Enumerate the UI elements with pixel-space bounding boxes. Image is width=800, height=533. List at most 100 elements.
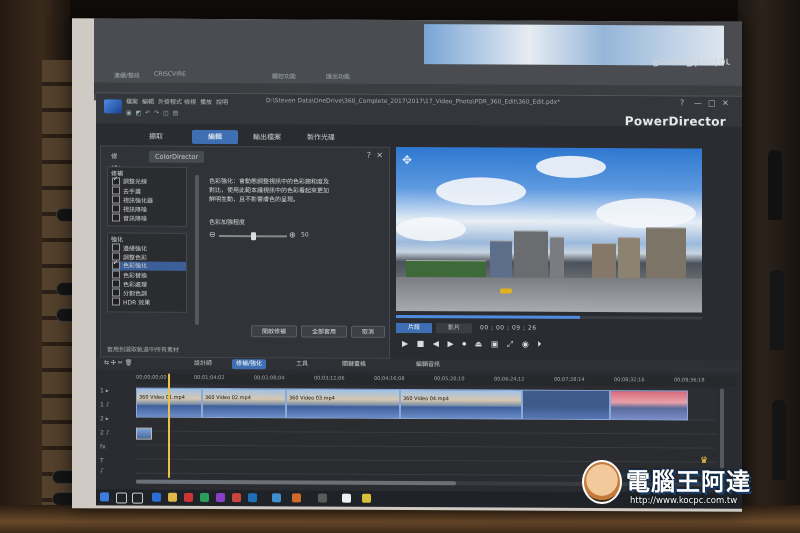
folder-icon[interactable]: [168, 492, 177, 502]
checkbox-icon[interactable]: [112, 279, 120, 288]
checkbox-icon[interactable]: [112, 261, 120, 270]
menu-edit[interactable]: 編輯: [142, 97, 154, 106]
checkbox-hdr[interactable]: HDR 效果: [112, 297, 186, 307]
timeline-icons[interactable]: ⇆ ✣ ✂ 🗑: [100, 358, 136, 368]
close-icon[interactable]: ✕: [376, 151, 383, 160]
minimize-icon[interactable]: —: [694, 99, 702, 108]
checkbox-icon[interactable]: [112, 186, 120, 195]
powerdirector-icon[interactable]: [272, 493, 281, 503]
app-icon[interactable]: [200, 492, 209, 502]
tab-edit[interactable]: 編輯: [192, 129, 238, 145]
app-icon[interactable]: [184, 492, 193, 502]
app-icon[interactable]: [342, 493, 351, 503]
tools-button[interactable]: 工具: [292, 359, 312, 369]
menu-help[interactable]: 說明: [216, 97, 228, 106]
edit-audio-button[interactable]: 編輯音訊: [412, 360, 444, 370]
plus-icon[interactable]: ⊕: [289, 230, 296, 239]
checkbox-icon[interactable]: [112, 270, 120, 279]
checkbox-stabilizer[interactable]: 去手震: [112, 186, 186, 196]
timeline-ruler[interactable]: 00;00;00;00 00;01;04;02 00;02;08;04 00;0…: [136, 373, 736, 387]
app-icon[interactable]: [362, 493, 371, 503]
menu-view[interactable]: 檢視: [184, 97, 196, 106]
menu-file[interactable]: 檔案: [126, 97, 138, 106]
checkbox-icon[interactable]: [112, 195, 120, 204]
track-header[interactable]: fx: [100, 443, 132, 455]
track-header[interactable]: 2 ♪: [100, 429, 132, 441]
timeline-clip[interactable]: [522, 389, 610, 421]
slider-thumb[interactable]: [251, 232, 256, 241]
checkbox-color-replace[interactable]: 色彩替換: [112, 270, 186, 280]
checkbox-lighting[interactable]: 調整光線: [112, 177, 186, 186]
tab-fix-enhance[interactable]: 修補/強化: [105, 150, 126, 196]
start-icon[interactable]: [100, 492, 109, 502]
checkbox-video-enhance[interactable]: 視訊強化器: [112, 195, 186, 205]
track-header[interactable]: ♪: [100, 467, 132, 479]
clip-mode-button[interactable]: 片段: [396, 322, 432, 334]
building: [592, 242, 616, 279]
app-icon[interactable]: [248, 493, 257, 503]
tab-capture[interactable]: 擷取: [136, 130, 176, 144]
app-logo-icon: [104, 99, 122, 114]
360-view-icon[interactable]: ✥: [402, 153, 412, 167]
checkbox-icon[interactable]: [112, 213, 120, 222]
apply-all-button[interactable]: 全部套用: [301, 325, 347, 338]
track-header[interactable]: 2 ▸: [100, 415, 132, 427]
close-icon[interactable]: ✕: [722, 99, 729, 108]
ghost-window: PowerDirector 連續/整段 CRISCVIRE 觸控功能 匯出功能: [94, 18, 742, 104]
checkbox-color-adjust[interactable]: 調整色彩: [112, 252, 186, 262]
building: [550, 236, 564, 278]
keyframe-button[interactable]: 關鍵畫格: [338, 360, 370, 370]
checkbox-split-tone[interactable]: 分割色調: [112, 288, 186, 298]
edge-icon[interactable]: [152, 492, 161, 502]
clip-label: 360 Video 04.mp4: [403, 395, 449, 403]
ghost-tab: 匯出功能: [326, 73, 351, 81]
help-icon[interactable]: ?: [367, 151, 371, 160]
checkbox-color-enhance[interactable]: 色彩強化: [112, 261, 186, 271]
tab-colordirector[interactable]: ColorDirector: [149, 150, 205, 163]
app-icon[interactable]: [292, 493, 301, 503]
search-icon[interactable]: [116, 492, 127, 504]
timeline-clip[interactable]: 360 Video 03.mp4: [286, 388, 400, 419]
app-icon[interactable]: [318, 493, 327, 503]
playback-progress[interactable]: [396, 314, 702, 320]
checkbox-icon[interactable]: [112, 297, 120, 306]
timeline-clip[interactable]: 360 Video 02.mp4: [202, 387, 286, 419]
maximize-icon[interactable]: □: [708, 99, 716, 108]
checkbox-icon[interactable]: [112, 204, 120, 213]
open-fix-button[interactable]: 開啟修補: [251, 325, 297, 338]
overlay-clip[interactable]: [136, 427, 152, 440]
checkbox-color-process[interactable]: 色彩處理: [112, 279, 186, 289]
timeline-clip[interactable]: 360 Video 04.mp4: [400, 388, 522, 420]
designer-button[interactable]: 設計師: [190, 359, 216, 369]
task-view-icon[interactable]: [132, 492, 143, 504]
ruler-tick: 00;07;28;14: [554, 376, 585, 383]
tab-create-disc[interactable]: 製作光碟: [296, 130, 346, 144]
color-strength-slider[interactable]: ⊖ ⊕: [209, 230, 299, 241]
checkbox-edge-enhance[interactable]: 邊緣強化: [112, 243, 186, 253]
app-icon[interactable]: [216, 492, 225, 503]
checkbox-video-denoise[interactable]: 視訊降噪: [112, 204, 186, 214]
panel-scrollbar[interactable]: [195, 174, 199, 325]
app-icon[interactable]: [232, 493, 241, 503]
player-mode-bar: 片段 影片 00 ; 00 ; 09 ; 26: [396, 322, 702, 337]
movie-mode-button[interactable]: 影片: [436, 323, 472, 334]
cancel-button[interactable]: 取消: [351, 325, 385, 338]
fix-enhance-button[interactable]: 修補/強化: [232, 359, 267, 370]
help-icon[interactable]: ?: [680, 98, 684, 107]
progress-fill: [396, 314, 580, 319]
timeline-clip[interactable]: [610, 390, 688, 421]
checkbox-icon[interactable]: [112, 243, 120, 252]
minus-icon[interactable]: ⊖: [209, 230, 216, 239]
playback-controls[interactable]: ▶ ■ ◀ ▶ ⏺ ⏏ ▣ ⤢ ◉ ⏵: [402, 339, 544, 350]
playhead[interactable]: [168, 373, 170, 478]
menu-plugins[interactable]: 外掛程式: [158, 97, 182, 106]
track-header[interactable]: 1 ▸: [100, 387, 132, 399]
menu-play[interactable]: 播放: [200, 97, 212, 106]
tab-produce[interactable]: 輸出檔案: [242, 130, 292, 144]
checkbox-icon[interactable]: [112, 177, 120, 186]
track-header[interactable]: 1 ♪: [100, 401, 132, 413]
checkbox-audio-denoise[interactable]: 音訊降噪: [112, 213, 186, 223]
checkbox-icon[interactable]: [112, 288, 120, 297]
checkbox-label: HDR 效果: [123, 299, 151, 307]
scroll-thumb[interactable]: [136, 479, 456, 486]
